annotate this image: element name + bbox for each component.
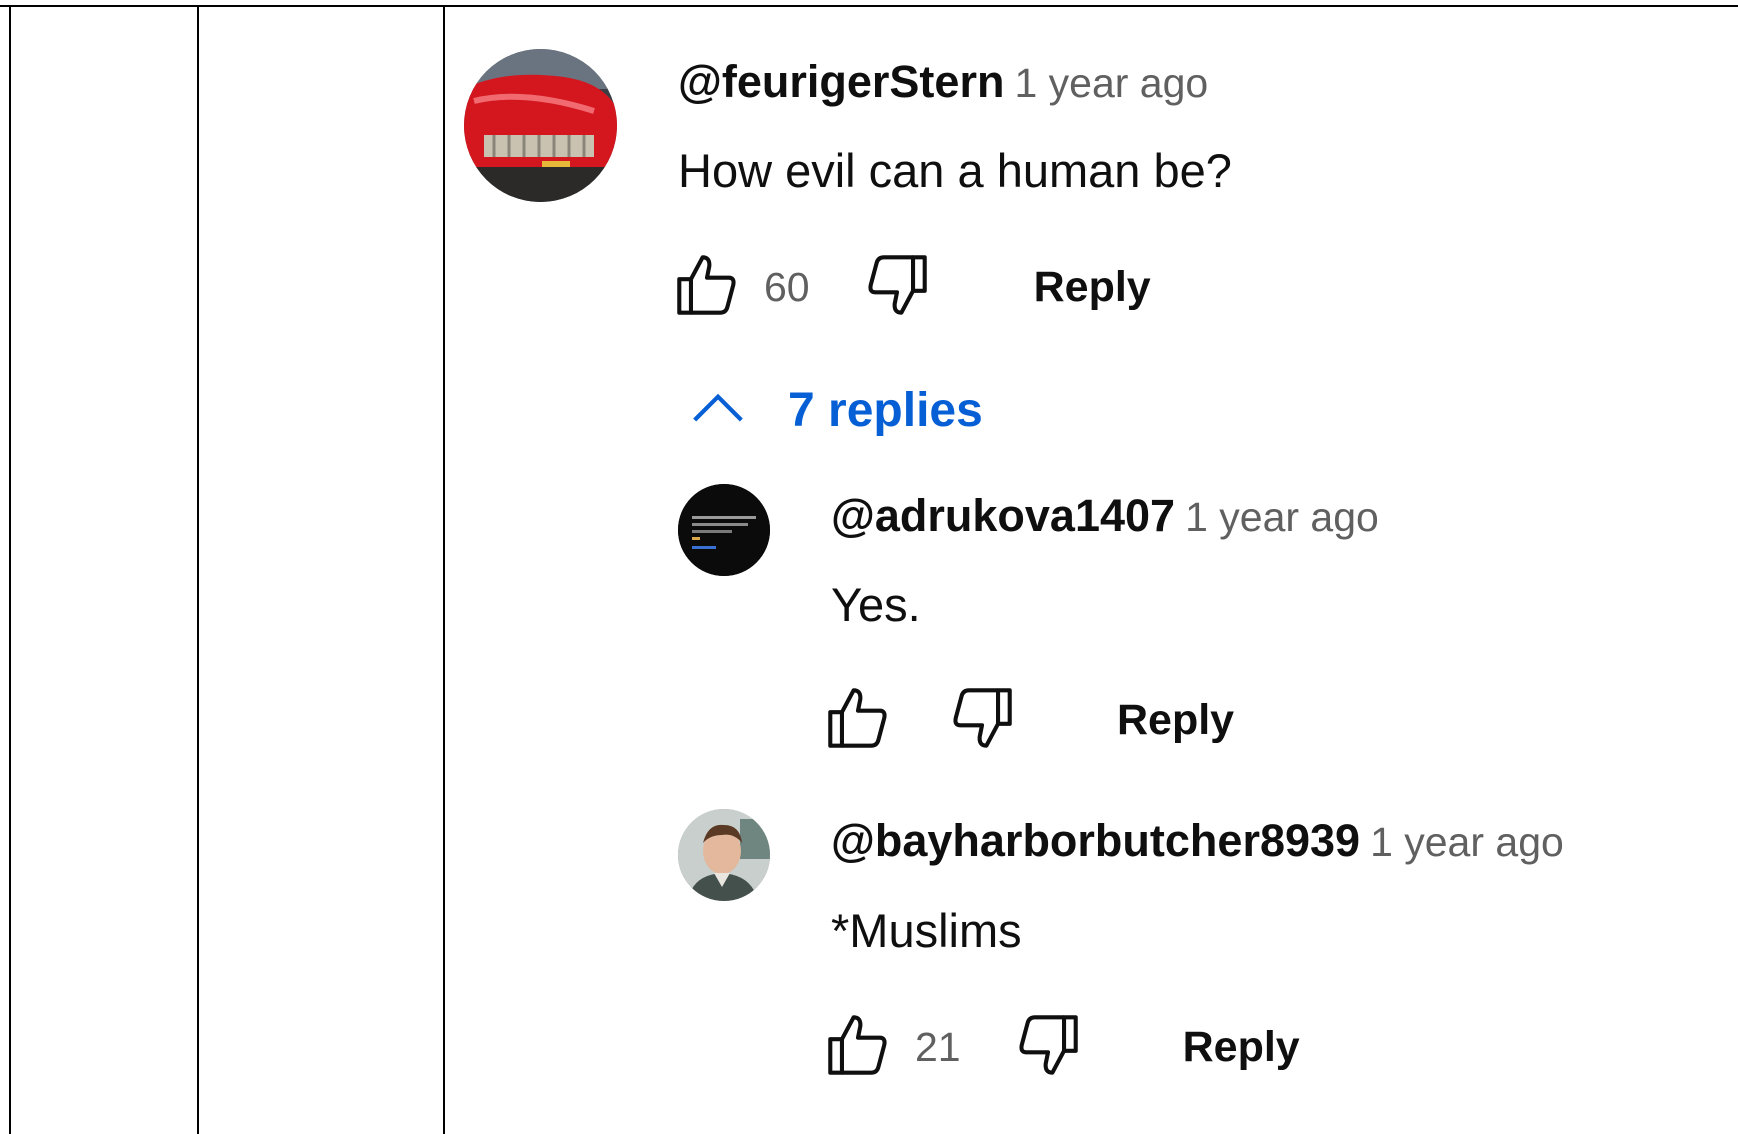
replies-toggle-button[interactable]: 7 replies [690, 383, 983, 438]
comment-author[interactable]: @feurigerStern 1 year ago [678, 56, 1208, 108]
comment-timestamp[interactable]: 1 year ago [1014, 60, 1208, 106]
thumbs-up-icon[interactable] [672, 250, 742, 325]
avatar[interactable] [678, 484, 770, 576]
replies-count-label[interactable]: 7 replies [788, 383, 983, 438]
reply-author-name[interactable]: @bayharborbutcher8939 [831, 815, 1360, 866]
avatar-car-image [464, 49, 617, 202]
avatar[interactable] [464, 49, 617, 202]
like-count: 60 [764, 263, 810, 310]
table-top-border-left [0, 5, 9, 7]
avatar-screenshot-image [678, 484, 770, 576]
reply-author[interactable]: @bayharborbutcher8939 1 year ago [831, 815, 1564, 867]
reply-button[interactable]: Reply [1034, 263, 1151, 312]
thumbs-down-icon[interactable] [862, 250, 932, 325]
table-column-border-2 [197, 5, 199, 1134]
comment-text: How evil can a human be? [678, 144, 1232, 197]
thumbs-down-icon[interactable] [1013, 1010, 1083, 1085]
chevron-up-icon [690, 383, 746, 438]
reply-timestamp[interactable]: 1 year ago [1370, 819, 1564, 865]
table-column-border-1 [9, 5, 11, 1134]
avatar[interactable] [678, 809, 770, 901]
like-count: 21 [915, 1023, 961, 1070]
reply-actions: Reply [823, 683, 1234, 757]
reply-text: Yes. [831, 578, 921, 631]
reply-button[interactable]: Reply [1117, 696, 1234, 745]
table-column-border-3 [443, 5, 445, 1134]
reply-button[interactable]: Reply [1183, 1023, 1300, 1072]
thumbs-up-icon[interactable] [823, 1010, 893, 1085]
reply-actions: 21 Reply [823, 1010, 1300, 1084]
comment-actions: 60 Reply [672, 250, 1151, 324]
reply-timestamp[interactable]: 1 year ago [1185, 494, 1379, 540]
thumbs-up-icon[interactable] [823, 683, 893, 758]
comment-author-name[interactable]: @feurigerStern [678, 56, 1004, 107]
thumbs-down-icon[interactable] [947, 683, 1017, 758]
reply-author-name[interactable]: @adrukova1407 [831, 490, 1175, 541]
avatar-portrait-image [678, 809, 770, 901]
reply-author[interactable]: @adrukova1407 1 year ago [831, 490, 1379, 542]
reply-text: *Muslims [831, 904, 1022, 957]
table-top-border [9, 5, 1738, 7]
